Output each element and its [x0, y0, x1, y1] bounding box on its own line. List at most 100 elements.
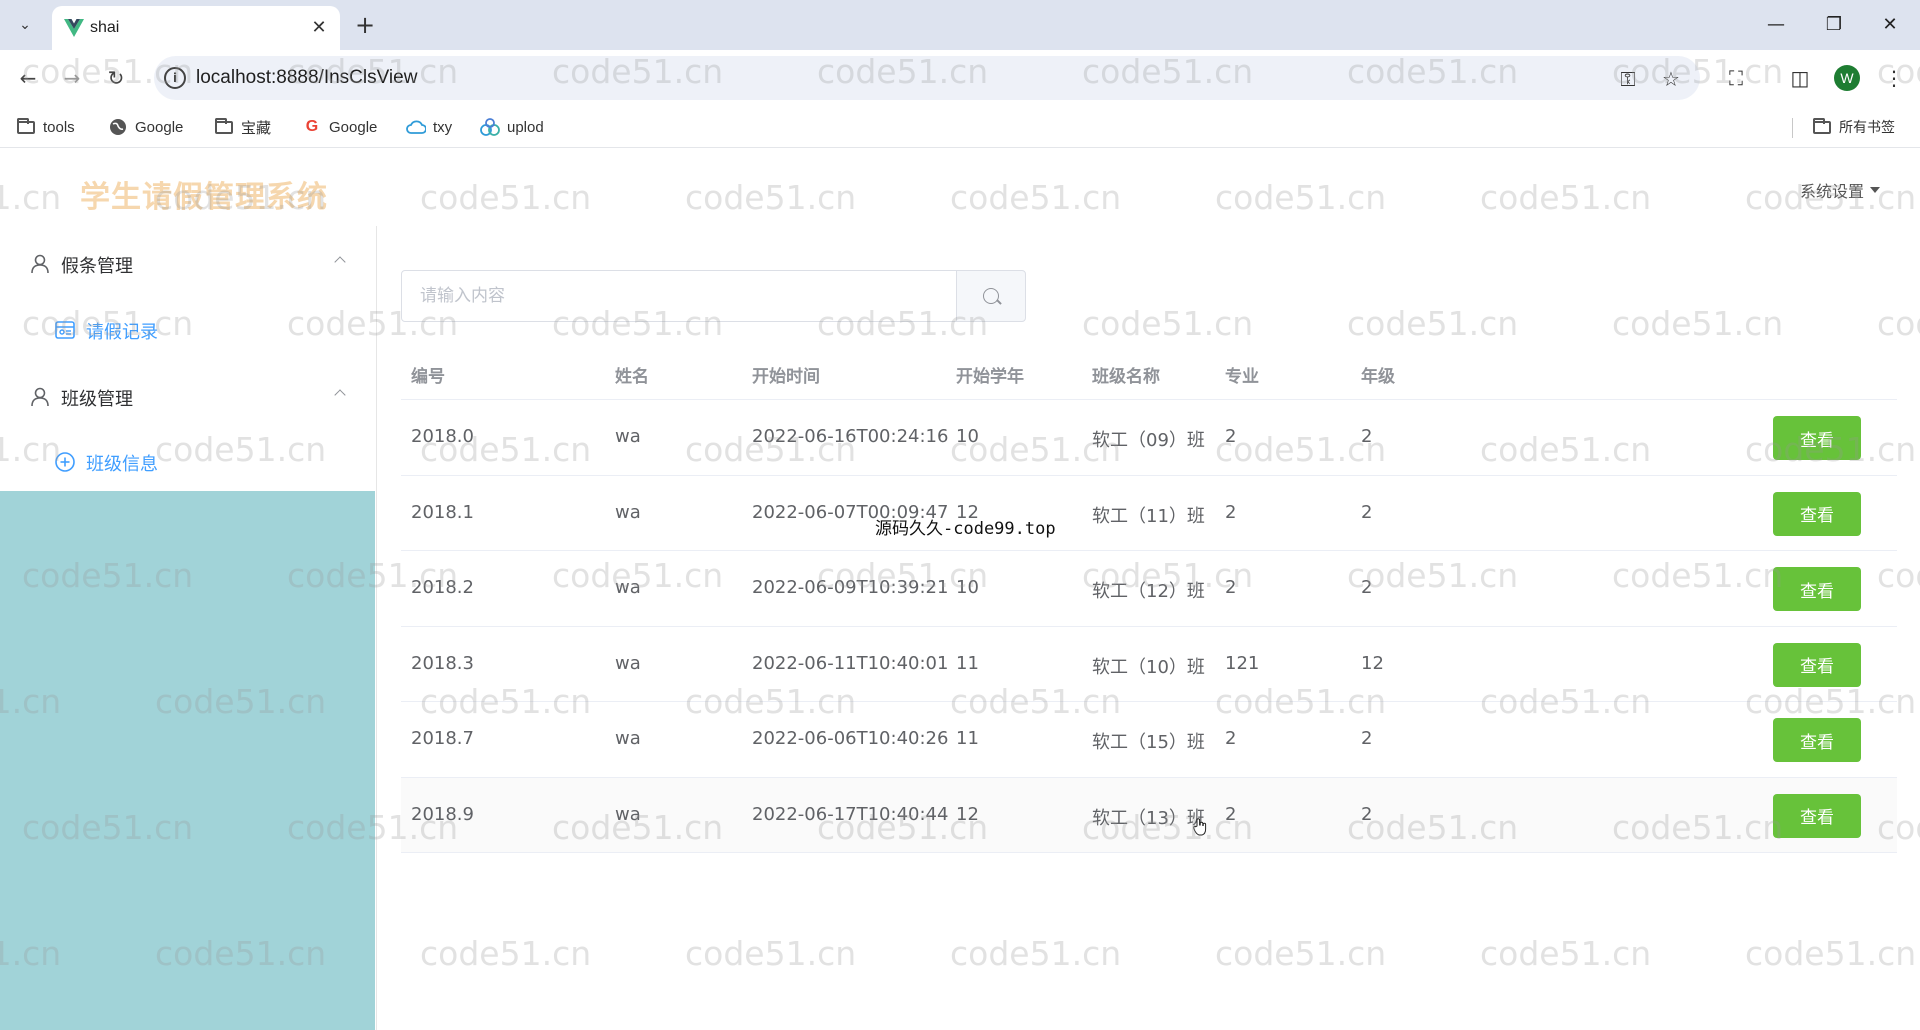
cell-start-year: 12 [956, 803, 979, 825]
star-icon[interactable]: ☆ [1657, 65, 1685, 93]
sidebar: 假条管理 请假记录 班级管理 班级信息 [0, 226, 375, 1030]
cell-id: 2018.0 [411, 426, 474, 447]
forward-arrow-icon[interactable]: → [56, 62, 88, 94]
header-grade: 年级 [1361, 367, 1395, 387]
search-input[interactable] [402, 271, 956, 321]
view-button[interactable]: 查看 [1773, 642, 1861, 687]
all-bookmarks[interactable]: 所有书签 [1812, 116, 1895, 138]
tab-search-button[interactable]: ⌄ [8, 9, 42, 41]
extensions-icon[interactable]: ⛶ [1720, 62, 1752, 94]
cell-start-time: 2022-06-17T10:40:44 [752, 803, 949, 825]
cell-start-time: 2022-06-09T10:39:21 [752, 577, 949, 598]
menu-item-label: 班级信息 [86, 454, 158, 475]
address-url[interactable]: localhost:8888/InsClsView [196, 67, 417, 89]
cell-name: wa [615, 501, 641, 523]
google-g-icon: G [305, 118, 319, 135]
browser-tab-bar: ⌄ shai ✕ + — ❐ ✕ [0, 0, 1920, 50]
search-icon [983, 288, 999, 304]
new-tab-button[interactable]: + [350, 10, 380, 40]
view-button[interactable]: 查看 [1773, 416, 1861, 460]
chevron-up-icon [334, 389, 346, 401]
header-id: 编号 [411, 367, 445, 387]
table-row: 2018.1 wa 2022-06-07T00:09:47 12 软工（11）班 2 2 查看 [401, 476, 1897, 551]
view-button[interactable]: 查看 [1773, 491, 1861, 536]
search-box [401, 270, 957, 322]
window-close-icon[interactable]: ✕ [1870, 12, 1910, 38]
header-class-name: 班级名称 [1092, 367, 1160, 387]
table-body: 2018.0 wa 2022-06-16T00:24:16 10 软工（09）班 2 2 查看… [401, 400, 1897, 853]
globe-icon [108, 118, 128, 136]
side-panel-icon[interactable]: ◫ [1784, 62, 1816, 94]
cell-class-name: 软工（10）班 [1092, 656, 1205, 678]
cell-start-time: 2022-06-06T10:40:26 [752, 728, 949, 749]
cell-class-name: 软工（13）班 [1092, 807, 1205, 829]
cell-id: 2018.3 [411, 652, 474, 674]
add-circle-icon [55, 452, 75, 472]
table-row: 2018.0 wa 2022-06-16T00:24:16 10 软工（09）班 2 2 查看 [401, 400, 1897, 476]
record-icon [55, 321, 75, 339]
header-start-year: 开始学年 [956, 367, 1024, 387]
cell-start-time: 2022-06-11T10:40:01 [752, 652, 949, 674]
folder-icon [16, 117, 36, 136]
hand-cursor-icon [1193, 818, 1207, 836]
profile-avatar[interactable]: W [1834, 65, 1860, 91]
search-button[interactable] [956, 270, 1026, 322]
header-name: 姓名 [615, 367, 649, 387]
caret-down-icon [1870, 187, 1881, 193]
menu-group-label: 班级管理 [61, 389, 133, 410]
browser-tab[interactable]: shai ✕ [52, 6, 340, 50]
view-button[interactable]: 查看 [1773, 718, 1861, 762]
user-icon [31, 387, 49, 407]
bookmark-txy[interactable]: txy [406, 116, 452, 138]
minimize-icon[interactable]: — [1756, 12, 1796, 38]
table-row: 2018.2 wa 2022-06-09T10:39:21 10 软工（12）班 2 2 查看 [401, 551, 1897, 627]
chevron-up-icon [334, 256, 346, 268]
cell-class-name: 软工（11）班 [1092, 505, 1205, 527]
bookmark-uplod[interactable]: uplod [480, 116, 544, 138]
user-icon [31, 254, 49, 274]
cell-grade: 2 [1361, 803, 1373, 825]
header-start-time: 开始时间 [752, 367, 820, 387]
cell-name: wa [615, 728, 641, 749]
menu-group-class[interactable]: 班级管理 [0, 369, 375, 425]
bookmark-tools[interactable]: tools [16, 116, 75, 138]
app-title: 学生请假管理系统 [80, 180, 328, 215]
info-icon[interactable]: i [164, 67, 186, 89]
cell-major: 2 [1225, 501, 1237, 523]
cell-grade: 2 [1361, 501, 1373, 523]
bookmark-treasure[interactable]: 宝藏 [214, 116, 271, 138]
back-arrow-icon[interactable]: ← [12, 62, 44, 94]
bookmark-google[interactable]: Google [108, 116, 183, 138]
app-header: 学生请假管理系统 系统设置 [0, 148, 1920, 226]
more-menu-icon[interactable]: ⋮ [1878, 62, 1910, 94]
restore-icon[interactable]: ❐ [1814, 12, 1854, 38]
menu-item-class-info[interactable]: 班级信息 [0, 434, 375, 490]
key-icon[interactable]: ⚿ [1614, 65, 1642, 93]
bookmarks-divider [1792, 118, 1793, 138]
address-bar[interactable]: i localhost:8888/InsClsView ⚿ ☆ [154, 56, 1700, 100]
cell-grade: 12 [1361, 652, 1384, 674]
close-icon[interactable]: ✕ [308, 17, 330, 39]
menu-item-label: 请假记录 [86, 322, 158, 343]
table-header: 编号 姓名 开始时间 开始学年 班级名称 专业 年级 [401, 344, 1897, 400]
view-button[interactable]: 查看 [1773, 793, 1861, 838]
cloud-icon [406, 118, 426, 136]
system-settings-dropdown[interactable]: 系统设置 [1800, 178, 1881, 202]
cell-major: 2 [1225, 577, 1237, 598]
bookmark-google-2[interactable]: G Google [302, 116, 378, 138]
table-row: 2018.7 wa 2022-06-06T10:40:26 11 软工（15）班 2 2 查看 [401, 702, 1897, 778]
class-table: 编号 姓名 开始时间 开始学年 班级名称 专业 年级 2018.0 wa 2022-… [401, 344, 1897, 853]
menu-group-leave[interactable]: 假条管理 [0, 236, 375, 292]
reload-icon[interactable]: ↻ [100, 62, 132, 94]
bookmarks-bar: tools Google 宝藏 G Google txy uplod 所有书签 [0, 106, 1920, 148]
table-row: 2018.3 wa 2022-06-11T10:40:01 11 软工（10）班 121 1… [401, 627, 1897, 702]
header-major: 专业 [1225, 367, 1259, 387]
cell-start-year: 10 [956, 577, 979, 598]
folder-icon [1812, 117, 1832, 136]
menu-item-leave-records[interactable]: 请假记录 [0, 302, 375, 358]
vue-logo-icon [64, 19, 84, 37]
view-button[interactable]: 查看 [1773, 567, 1861, 611]
cell-name: wa [615, 426, 641, 447]
cell-start-year: 11 [956, 728, 979, 749]
cell-grade: 2 [1361, 728, 1373, 749]
